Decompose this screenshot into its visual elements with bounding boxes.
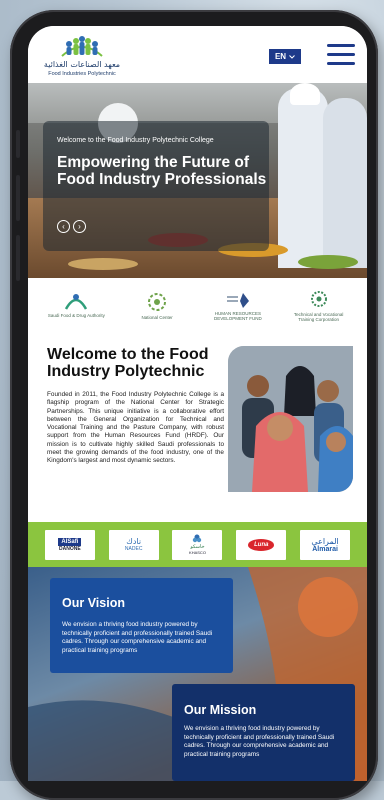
website-screen: معهد الصناعات الغذائية Food Industries P…	[28, 26, 367, 781]
hrdf-logo-icon	[226, 292, 249, 308]
brand-name: Luna	[248, 538, 275, 551]
brand-sub: Almarai	[312, 545, 338, 553]
brand-sub: DANONE	[59, 545, 81, 552]
language-label: EN	[274, 52, 287, 61]
logo-figures-icon	[61, 36, 103, 57]
tvtc-logo-icon	[310, 290, 327, 307]
welcome-heading: Welcome to the Food Industry Polytechnic	[47, 346, 209, 380]
mission-title: Our Mission	[184, 703, 257, 717]
menu-icon-bar	[327, 62, 355, 65]
partner-logo-sfda[interactable]: Saudi Food & Drug Authority	[47, 289, 105, 323]
hero-food-tray	[68, 258, 138, 270]
brand-logo-nadec[interactable]: نادك NADEC	[108, 529, 159, 560]
logo-english-text: Food Industries Polytechnic	[48, 71, 116, 77]
hero-chef-figure	[323, 98, 367, 268]
partner-label: Technical and Vocational Training Corpor…	[293, 311, 344, 322]
partner-logo-hrdf[interactable]: HUMAN RESOURCES DEVELOPMENT FUND	[209, 289, 267, 323]
hamburger-menu-button[interactable]	[327, 44, 355, 66]
brand-name: نادك	[126, 537, 142, 546]
hero-chef-hat	[290, 83, 320, 105]
phone-side-button	[16, 235, 20, 281]
hero-chef-figure	[278, 88, 328, 268]
partner-label: National Center	[141, 315, 173, 320]
partner-logo-tvtc[interactable]: Technical and Vocational Training Corpor…	[290, 289, 348, 323]
mission-text: We envision a thriving food industry pow…	[184, 725, 335, 758]
menu-icon-bar	[327, 53, 355, 56]
brand-logo-khasco[interactable]: خاسكو KHASCO	[172, 529, 223, 560]
hero-kicker: Welcome to the Food Industry Polytechnic…	[57, 137, 214, 144]
welcome-paragraph: Founded in 2011, the Food Industry Polyt…	[47, 391, 224, 465]
national-center-logo-icon	[148, 293, 167, 311]
brand-sub: KHASCO	[189, 550, 206, 555]
logo-arabic-text: معهد الصناعات الغذائية	[43, 60, 121, 69]
partner-logo-national-center[interactable]: National Center	[128, 289, 186, 323]
hero-slider-controls: ‹ ›	[57, 220, 86, 233]
partner-label: Saudi Food & Drug Authority	[47, 313, 105, 318]
site-header: معهد الصناعات الغذائية Food Industries P…	[28, 26, 367, 83]
brand-logo-alsafi-danone[interactable]: AlSafi DANONE	[44, 529, 95, 560]
students-illustration	[228, 346, 353, 492]
vision-title: Our Vision	[62, 596, 125, 610]
brand-logo-luna[interactable]: Luna	[236, 529, 287, 560]
brand-sub: NADEC	[124, 546, 143, 552]
partner-label: HUMAN RESOURCES DEVELOPMENT FUND	[214, 310, 262, 321]
brand-name: AlSafi	[58, 537, 82, 546]
hero-title: Empowering the Future of Food Industry P…	[57, 154, 267, 188]
chevron-down-icon	[289, 54, 295, 59]
sfda-logo-icon	[65, 294, 88, 310]
chevron-right-icon[interactable]: ›	[73, 220, 86, 233]
brand-logo-almarai[interactable]: المراعي Almarai	[300, 529, 351, 560]
hero-food-tray	[298, 255, 358, 269]
phone-side-button	[16, 130, 20, 158]
partners-logo-strip: Saudi Food & Drug Authority National Cen…	[28, 278, 367, 333]
brand-name: المراعي	[311, 536, 339, 546]
phone-side-button	[16, 175, 20, 221]
chevron-left-icon[interactable]: ‹	[57, 220, 70, 233]
menu-icon-bar	[327, 44, 355, 47]
vision-card: Our Vision We envision a thriving food i…	[50, 578, 233, 673]
brands-logo-strip: AlSafi DANONE نادك NADEC خاسكو KHASCO Lu…	[28, 522, 367, 567]
khasco-flower-icon	[193, 534, 202, 543]
language-switcher[interactable]: EN	[269, 49, 301, 64]
mission-card: Our Mission We envision a thriving food …	[172, 684, 355, 781]
vision-text: We envision a thriving food industry pow…	[62, 621, 213, 654]
site-logo[interactable]: معهد الصناعات الغذائية Food Industries P…	[42, 32, 122, 80]
students-photo	[226, 344, 355, 494]
